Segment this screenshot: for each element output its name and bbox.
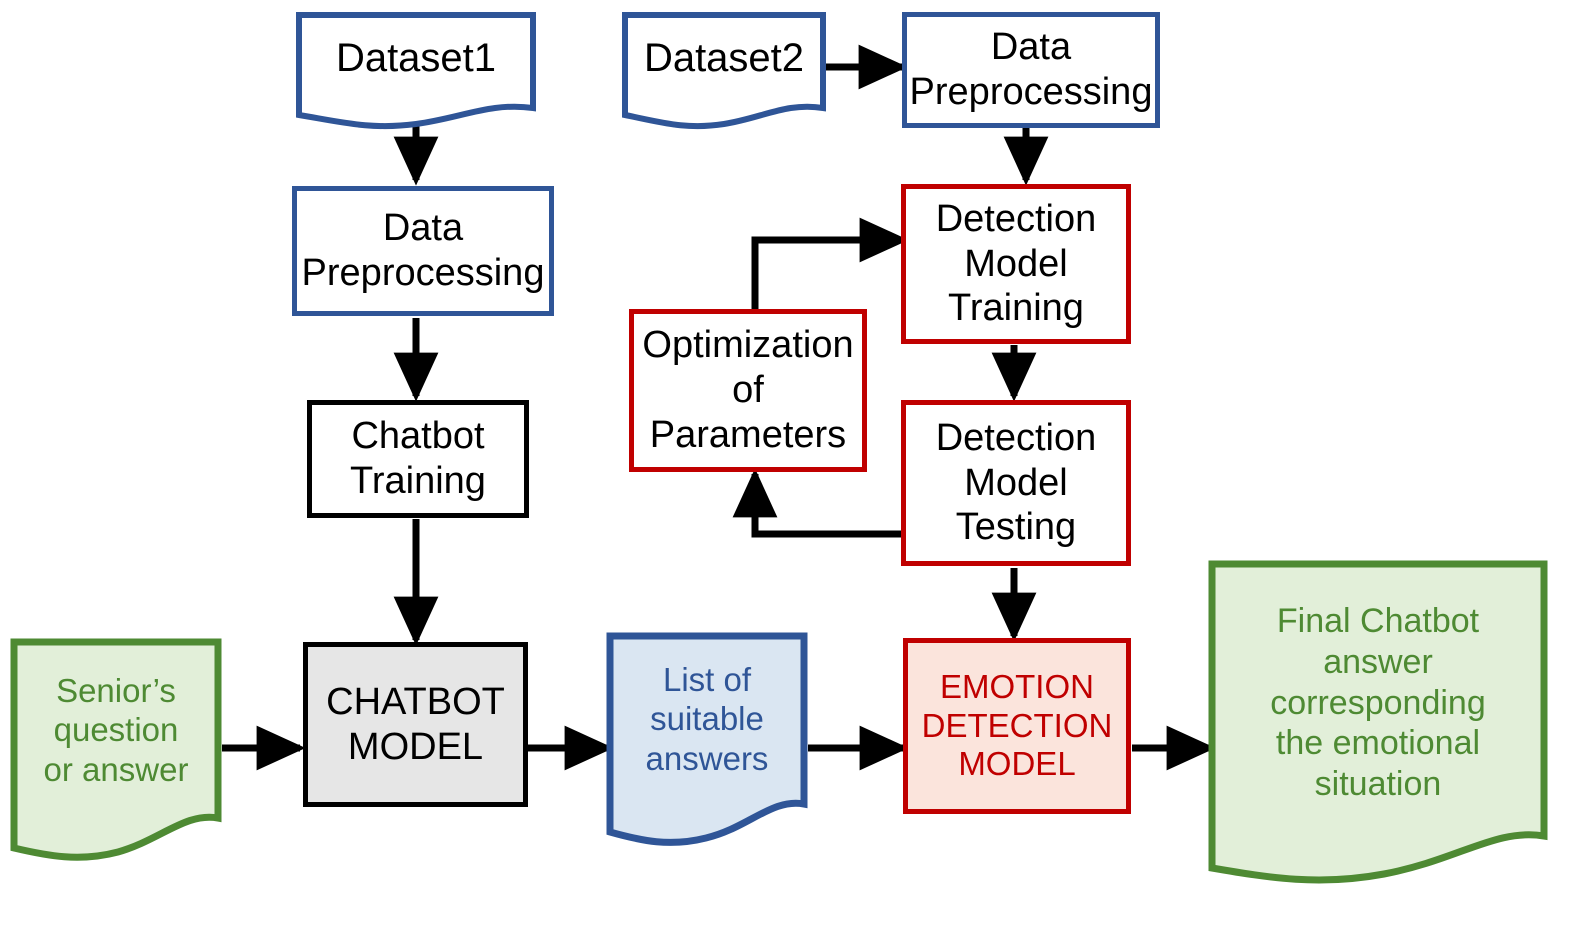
node-emotion-detection-model-label: EMOTION DETECTION MODEL [921,667,1113,783]
node-dataset1[interactable]: Dataset1 [296,12,536,132]
node-data-preprocessing-left-label: Data Preprocessing [301,207,545,294]
node-detection-model-training-label: Detection Model Training [935,197,1097,330]
node-senior-question-label: Senior’s question or answer [43,671,189,788]
node-dataset1-label: Dataset1 [335,36,497,80]
node-optimization-of-parameters-label: Optimization of Parameters [642,324,854,456]
node-optimization-of-parameters[interactable]: Optimization of Parameters [629,309,867,472]
node-emotion-detection-model[interactable]: EMOTION DETECTION MODEL [903,638,1131,814]
node-chatbot-training[interactable]: Chatbot Training [307,400,529,518]
node-detection-model-training[interactable]: Detection Model Training [901,184,1131,344]
node-final-chatbot-answer-label: Final Chatbot answer corresponding the e… [1270,602,1486,804]
node-dataset2-label: Dataset2 [643,36,805,80]
node-dataset2[interactable]: Dataset2 [622,12,826,132]
node-data-preprocessing-right-label: Data Preprocessing [909,26,1153,113]
node-answer-list-label: List of suitable answers [645,660,769,777]
node-chatbot-training-label: Chatbot Training [350,415,486,502]
edge-optimization-to-detection-training [751,217,909,311]
node-senior-question[interactable]: Senior’s question or answer [10,638,222,870]
node-data-preprocessing-right[interactable]: Data Preprocessing [902,12,1160,128]
node-detection-model-testing[interactable]: Detection Model Testing [901,400,1131,566]
node-detection-model-testing-label: Detection Model Testing [935,416,1097,549]
node-chatbot-model[interactable]: CHATBOT MODEL [303,642,528,807]
node-data-preprocessing-left[interactable]: Data Preprocessing [292,186,554,316]
edge-detection-testing-to-optimization [732,468,906,538]
node-answer-list[interactable]: List of suitable answers [606,632,808,854]
node-chatbot-model-label: CHATBOT MODEL [326,680,505,768]
node-final-chatbot-answer[interactable]: Final Chatbot answer corresponding the e… [1208,560,1548,890]
flowchart-canvas: Dataset1 Dataset2 Data Preprocessing Dat… [0,0,1595,940]
